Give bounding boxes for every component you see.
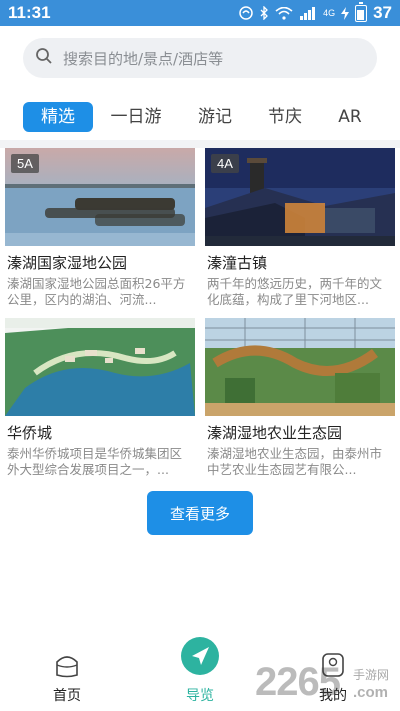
attraction-title: 溱湖湿地农业生态园 xyxy=(207,424,343,442)
battery-level: 37 xyxy=(373,3,392,22)
attraction-image: 4A xyxy=(205,148,395,246)
watermark-sub: 手游网 xyxy=(353,668,390,682)
tab-featured[interactable]: 精选 xyxy=(23,102,93,132)
nav-label: 导览 xyxy=(186,688,214,704)
nav-label: 首页 xyxy=(53,688,81,704)
section-divider xyxy=(0,140,400,148)
category-tabs: 精选 一日游 游记 节庆 AR xyxy=(0,98,400,136)
navigation-icon xyxy=(180,636,220,680)
tab-ar[interactable]: AR xyxy=(332,102,368,132)
battery-icon xyxy=(355,1,368,22)
attraction-card[interactable]: 溱湖湿地农业生态园 溱湖湿地农业生态园，由泰州市中艺农业生态园艺有限公... xyxy=(205,318,395,486)
status-icons: 4G 37 xyxy=(239,1,392,23)
attraction-card[interactable]: 华侨城 泰州华侨城项目是华侨城集团区外大型综合发展项目之一，... xyxy=(5,318,195,486)
search-placeholder: 搜索目的地/景点/酒店等 xyxy=(63,49,224,68)
attraction-description: 两千年的悠远历史，两千年的文化底蕴，构成了里下河地区... xyxy=(207,276,383,307)
attraction-title: 华侨城 xyxy=(7,424,53,442)
rating-badge: 4A xyxy=(211,154,239,173)
attraction-title: 溱潼古镇 xyxy=(207,254,268,272)
clock: 11:31 xyxy=(8,3,51,22)
search-area: 搜索目的地/景点/酒店等 xyxy=(0,26,400,90)
attraction-image xyxy=(205,318,395,416)
home-icon xyxy=(54,652,80,682)
search-icon xyxy=(35,47,53,69)
nav-guide[interactable]: 导览 xyxy=(160,637,240,711)
network-type: 4G xyxy=(323,8,336,18)
watermark-brand: 2265 xyxy=(255,660,341,704)
watermark-logo: 2265 手游网 .com xyxy=(255,660,400,706)
bluetooth-icon xyxy=(259,6,269,20)
rating-badge: 5A xyxy=(11,154,39,173)
status-bar: 11:31 4G 37 xyxy=(0,0,400,26)
attraction-description: 溱湖国家湿地公园总面积26平方公里，区内的湖泊、河流... xyxy=(7,276,186,307)
signal-icon xyxy=(299,6,317,20)
view-more-button[interactable]: 查看更多 xyxy=(147,491,253,535)
attraction-description: 溱湖湿地农业生态园，由泰州市中艺农业生态园艺有限公... xyxy=(207,446,383,477)
search-input[interactable]: 搜索目的地/景点/酒店等 xyxy=(23,38,377,78)
attraction-card[interactable]: 5A 溱湖国家湿地公园 溱湖国家湿地公园总面积26平方公里，区内的湖泊、河流..… xyxy=(5,148,195,316)
wifi-icon xyxy=(275,6,293,20)
tab-travelogue[interactable]: 游记 xyxy=(190,102,240,132)
attraction-card[interactable]: 4A 溱潼古镇 两千年的悠远历史，两千年的文化底蕴，构成了里下河地区... xyxy=(205,148,395,316)
watermark-url: .com xyxy=(353,684,389,701)
tab-festival[interactable]: 节庆 xyxy=(260,102,310,132)
attraction-image: 5A xyxy=(5,148,195,246)
attraction-title: 溱湖国家湿地公园 xyxy=(7,254,128,272)
charging-icon xyxy=(341,6,350,20)
attraction-image xyxy=(5,318,195,416)
nav-home[interactable]: 首页 xyxy=(27,640,107,711)
tab-day-trip[interactable]: 一日游 xyxy=(105,102,167,132)
nfc-icon xyxy=(239,6,253,20)
attraction-description: 泰州华侨城项目是华侨城集团区外大型综合发展项目之一，... xyxy=(7,446,183,477)
